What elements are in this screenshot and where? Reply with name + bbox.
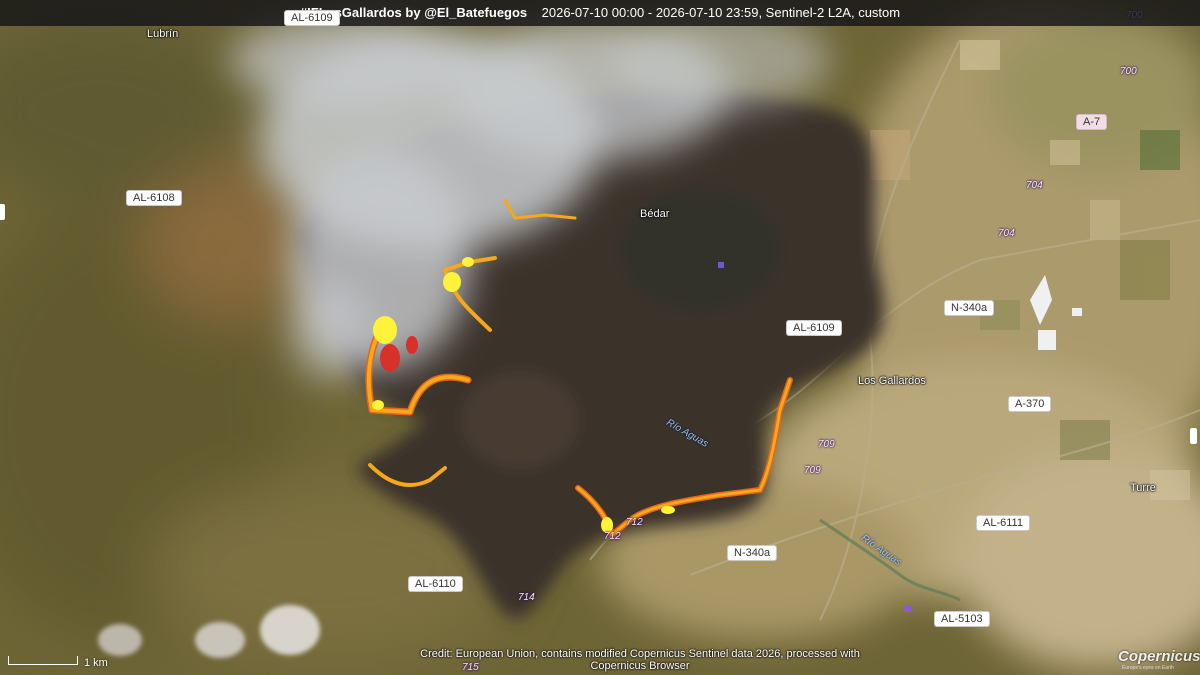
satellite-map[interactable]: [0, 0, 1200, 675]
km-marker: 704: [1026, 180, 1043, 191]
road-label-al6109: AL-6109: [786, 320, 842, 336]
road-label-al5103: AL-5103: [934, 611, 990, 627]
road-label-a370: A-370: [1008, 396, 1052, 412]
road-label-al6109: AL-6109: [284, 10, 340, 26]
title-bar: #IFLosGallardos by @El_Batefuegos 2026-0…: [0, 0, 1200, 26]
offscreen-label-marker: [0, 204, 5, 220]
km-marker: 709: [804, 465, 821, 476]
km-marker: 714: [518, 592, 535, 603]
km-marker: 700: [1120, 66, 1137, 77]
place-turre: Turre: [1130, 482, 1156, 494]
place-lubrin: Lubrín: [147, 28, 179, 40]
offscreen-label-marker: [1190, 428, 1197, 444]
scale-bar: [8, 656, 78, 665]
title-author: by @El_Batefuegos: [405, 5, 528, 20]
attribution-credit: Credit: European Union, contains modifie…: [420, 648, 860, 672]
scale-label: 1 km: [84, 657, 108, 669]
copernicus-logo: Copernicus: [1118, 648, 1200, 665]
km-marker: 704: [998, 228, 1015, 239]
poi-marker: [904, 605, 911, 612]
place-bedar: Bédar: [640, 208, 670, 220]
km-marker: 709: [818, 439, 835, 450]
copernicus-logo-tagline: Europe's eyes on Earth: [1122, 665, 1174, 671]
km-marker: 712: [626, 517, 643, 528]
poi-marker: [718, 262, 724, 268]
road-label-al6110: AL-6110: [408, 576, 463, 592]
road-label-al6111: AL-6111: [976, 515, 1030, 531]
km-marker: 712: [604, 531, 621, 542]
road-label-n340a: N-340a: [727, 545, 778, 561]
road-label-n340a: N-340a: [944, 300, 995, 316]
place-los-gallardos: Los Gallardos: [858, 375, 926, 387]
road-label-al6108: AL-6108: [126, 190, 182, 206]
road-label-a7: A-7: [1076, 114, 1108, 130]
title-details: 2026-07-10 00:00 - 2026-07-10 23:59, Sen…: [541, 5, 901, 20]
